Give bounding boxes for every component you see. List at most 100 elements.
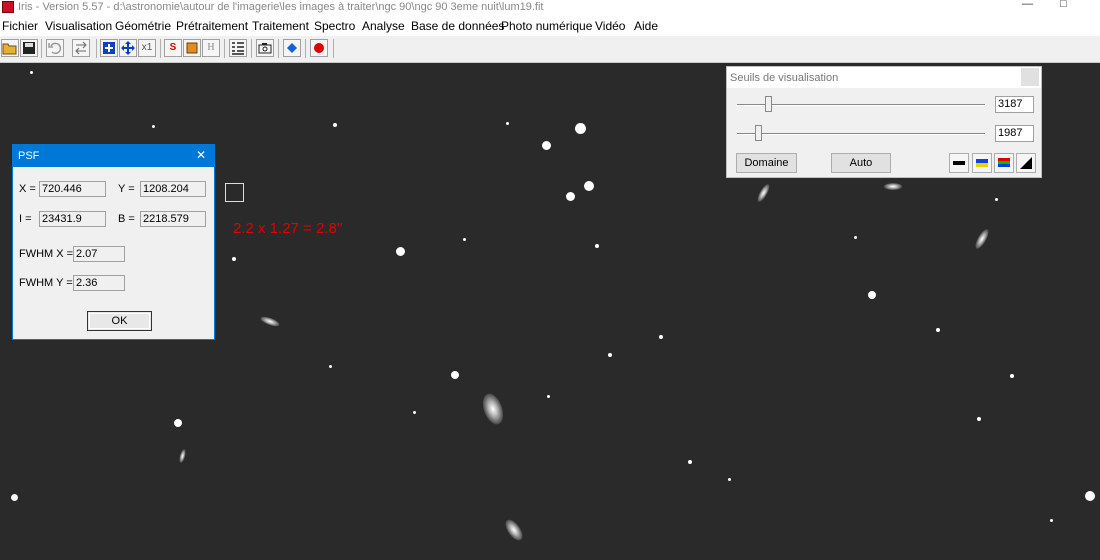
- low-threshold-field[interactable]: 1987: [995, 125, 1034, 142]
- star: [542, 141, 551, 150]
- diamond-icon[interactable]: [283, 39, 301, 57]
- maximize-button[interactable]: □: [1060, 0, 1067, 10]
- b-label: B =: [118, 213, 135, 225]
- x-label: X =: [19, 183, 36, 195]
- star: [506, 122, 509, 125]
- fwhm-x-field[interactable]: 2.07: [73, 246, 125, 262]
- menu-fichier[interactable]: Fichier: [2, 19, 38, 33]
- menu-aide[interactable]: Aide: [634, 19, 658, 33]
- move-icon[interactable]: [119, 39, 137, 57]
- seuils-panel: Seuils de visualisation 3187 1987 Domain…: [726, 66, 1042, 178]
- y-label: Y =: [118, 183, 135, 195]
- star: [608, 353, 612, 357]
- low-threshold-slider[interactable]: [755, 125, 762, 141]
- star: [333, 123, 337, 127]
- close-icon[interactable]: ✕: [196, 148, 206, 162]
- menu-bar: Fichier Visualisation Géométrie Prétrait…: [0, 15, 1100, 36]
- b-field[interactable]: 2218.579: [140, 211, 206, 227]
- star: [232, 257, 236, 261]
- y-field[interactable]: 1208.204: [140, 181, 206, 197]
- galaxy: [502, 516, 526, 544]
- auto-button[interactable]: Auto: [831, 153, 891, 173]
- psf-selection-box[interactable]: [225, 183, 244, 202]
- star: [11, 494, 18, 501]
- window-titlebar: Iris - Version 5.57 - d:\astronomie\auto…: [0, 0, 1100, 15]
- high-threshold-field[interactable]: 3187: [995, 96, 1034, 113]
- star: [30, 71, 33, 74]
- menu-video[interactable]: Vidéo: [595, 19, 625, 33]
- menu-pretraitement[interactable]: Prétraitement: [176, 19, 248, 33]
- star: [995, 198, 998, 201]
- domaine-button[interactable]: Domaine: [736, 153, 797, 173]
- star: [854, 236, 857, 239]
- menu-spectro[interactable]: Spectro: [314, 19, 355, 33]
- galaxy: [755, 182, 772, 204]
- grayscale-icon[interactable]: [949, 153, 969, 173]
- rainbow-icon[interactable]: [994, 153, 1014, 173]
- high-threshold-track: [737, 104, 985, 106]
- fwhm-annotation: 2.2 x 1.27 = 2.8'': [233, 220, 343, 237]
- menu-visualisation[interactable]: Visualisation: [45, 19, 112, 33]
- menu-traitement[interactable]: Traitement: [252, 19, 309, 33]
- ok-button[interactable]: OK: [87, 311, 152, 331]
- star: [868, 291, 876, 299]
- star: [174, 419, 182, 427]
- zoom-in-icon[interactable]: [100, 39, 118, 57]
- seuils-title: Seuils de visualisation: [730, 72, 839, 84]
- star: [1010, 374, 1014, 378]
- star: [977, 417, 981, 421]
- star: [396, 247, 405, 256]
- fwhm-y-field[interactable]: 2.36: [73, 275, 125, 291]
- star: [451, 371, 459, 379]
- star: [152, 125, 155, 128]
- star: [1085, 491, 1095, 501]
- menu-photo-numerique[interactable]: Photo numérique: [501, 19, 592, 33]
- star: [659, 335, 663, 339]
- x-field[interactable]: 720.446: [39, 181, 106, 197]
- i-label: I =: [19, 213, 32, 225]
- save-icon[interactable]: [20, 39, 38, 57]
- record-icon[interactable]: [310, 39, 328, 57]
- menu-geometrie[interactable]: Géométrie: [115, 19, 171, 33]
- undo-icon[interactable]: [46, 39, 64, 57]
- star: [688, 460, 692, 464]
- galaxy: [178, 448, 187, 464]
- psf-dialog-titlebar[interactable]: PSF ✕: [13, 145, 214, 167]
- menu-analyse[interactable]: Analyse: [362, 19, 405, 33]
- toolbar: x1 S H: [0, 36, 1100, 63]
- galaxy: [973, 227, 991, 251]
- galaxy: [884, 183, 902, 190]
- h-icon[interactable]: H: [202, 39, 220, 57]
- star: [575, 123, 586, 134]
- square-icon[interactable]: [183, 39, 201, 57]
- low-threshold-track: [737, 133, 985, 135]
- close-icon[interactable]: [1021, 68, 1039, 86]
- minimize-button[interactable]: —: [1022, 0, 1033, 10]
- seuils-titlebar[interactable]: Seuils de visualisation: [727, 67, 1041, 88]
- blue-yellow-icon[interactable]: [972, 153, 992, 173]
- s-icon[interactable]: S: [164, 39, 182, 57]
- camera-icon[interactable]: [256, 39, 274, 57]
- psf-dialog: PSF ✕ X = 720.446 Y = 1208.204 I = 23431…: [12, 144, 215, 340]
- psf-dialog-title: PSF: [18, 150, 40, 162]
- star: [463, 238, 466, 241]
- star: [584, 181, 594, 191]
- high-threshold-slider[interactable]: [765, 96, 772, 112]
- i-field[interactable]: 23431.9: [39, 211, 106, 227]
- open-icon[interactable]: [1, 39, 19, 57]
- menu-base-de-donnees[interactable]: Base de données: [411, 19, 504, 33]
- list-icon[interactable]: [229, 39, 247, 57]
- swap-icon[interactable]: [72, 39, 90, 57]
- star: [1050, 519, 1053, 522]
- fwhm-y-label: FWHM Y =: [19, 277, 73, 289]
- window-title: Iris - Version 5.57 - d:\astronomie\auto…: [18, 1, 544, 13]
- spiral-galaxy: [479, 390, 507, 428]
- star: [936, 328, 940, 332]
- fwhm-x-label: FWHM X =: [19, 248, 74, 260]
- gradient-icon[interactable]: [1016, 153, 1036, 173]
- x1-icon[interactable]: x1: [138, 39, 156, 57]
- iris-app-icon: [2, 1, 14, 13]
- star: [566, 192, 575, 201]
- star: [595, 244, 599, 248]
- star: [413, 411, 416, 414]
